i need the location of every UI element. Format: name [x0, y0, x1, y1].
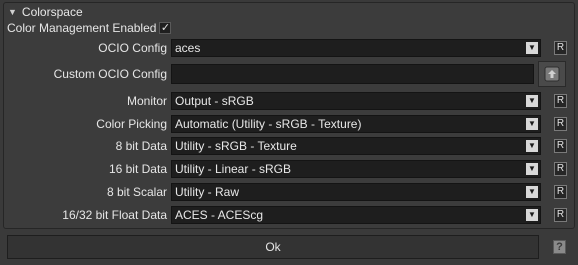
color-management-label: Color Management Enabled [7, 21, 157, 35]
chevron-down-icon[interactable]: ▼ [526, 163, 538, 175]
section-header[interactable]: ▼ Colorspace [8, 5, 83, 19]
color-picking-row: Color Picking Automatic (Utility - sRGB … [0, 115, 578, 133]
sixteen-bit-data-reset-button[interactable]: R [554, 162, 567, 176]
color-picking-label: Color Picking [96, 117, 167, 131]
ocio-config-reset-button[interactable]: R [554, 41, 567, 55]
sixteen-bit-data-label: 16 bit Data [108, 162, 167, 176]
file-browse-button[interactable] [538, 61, 566, 87]
custom-ocio-config-row: Custom OCIO Config [0, 61, 578, 87]
float-data-value: ACES - ACEScg [175, 208, 264, 222]
float-data-reset-button[interactable]: R [554, 208, 567, 222]
section-title: Colorspace [21, 5, 83, 19]
eight-bit-scalar-value: Utility - Raw [175, 185, 240, 199]
color-picking-dropdown[interactable]: Automatic (Utility - sRGB - Texture) ▼ [171, 115, 541, 133]
monitor-reset-button[interactable]: R [554, 94, 567, 108]
color-management-row: Color Management Enabled ✓ [7, 20, 172, 36]
ocio-config-row: OCIO Config aces ▼ R [0, 39, 578, 57]
sixteen-bit-data-row: 16 bit Data Utility - Linear - sRGB ▼ R [0, 160, 578, 178]
eight-bit-scalar-row: 8 bit Scalar Utility - Raw ▼ R [0, 183, 578, 201]
ok-button[interactable]: Ok [7, 235, 539, 259]
monitor-row: Monitor Output - sRGB ▼ R [0, 92, 578, 110]
file-browse-icon [544, 66, 560, 82]
chevron-down-icon[interactable]: ▼ [526, 186, 538, 198]
help-icon[interactable]: ? [553, 240, 566, 254]
float-data-dropdown[interactable]: ACES - ACEScg ▼ [171, 206, 541, 224]
monitor-label: Monitor [126, 94, 167, 108]
sixteen-bit-data-dropdown[interactable]: Utility - Linear - sRGB ▼ [171, 160, 541, 178]
eight-bit-data-value: Utility - sRGB - Texture [175, 139, 297, 153]
ocio-config-dropdown[interactable]: aces ▼ [171, 39, 541, 57]
chevron-down-icon[interactable]: ▼ [526, 140, 538, 152]
float-data-row: 16/32 bit Float Data ACES - ACEScg ▼ R [0, 206, 578, 224]
chevron-down-icon[interactable]: ▼ [526, 42, 538, 54]
monitor-value: Output - sRGB [175, 94, 254, 108]
color-management-checkbox[interactable]: ✓ [159, 21, 172, 34]
eight-bit-data-label: 8 bit Data [115, 139, 167, 153]
eight-bit-scalar-dropdown[interactable]: Utility - Raw ▼ [171, 183, 541, 201]
color-picking-reset-button[interactable]: R [554, 117, 567, 131]
ocio-config-label: OCIO Config [98, 41, 167, 55]
eight-bit-data-row: 8 bit Data Utility - sRGB - Texture ▼ R [0, 137, 578, 155]
custom-ocio-config-label: Custom OCIO Config [53, 67, 167, 81]
monitor-dropdown[interactable]: Output - sRGB ▼ [171, 92, 541, 110]
color-picking-value: Automatic (Utility - sRGB - Texture) [175, 117, 362, 131]
custom-ocio-config-input[interactable] [171, 64, 534, 84]
float-data-label: 16/32 bit Float Data [62, 208, 167, 222]
eight-bit-scalar-reset-button[interactable]: R [554, 185, 567, 199]
chevron-down-icon[interactable]: ▼ [526, 118, 538, 130]
collapse-triangle-icon[interactable]: ▼ [8, 7, 17, 17]
chevron-down-icon[interactable]: ▼ [526, 95, 538, 107]
ocio-config-value: aces [175, 41, 201, 55]
checkmark-icon: ✓ [160, 21, 171, 34]
eight-bit-data-reset-button[interactable]: R [554, 139, 567, 153]
eight-bit-scalar-label: 8 bit Scalar [106, 185, 167, 199]
sixteen-bit-data-value: Utility - Linear - sRGB [175, 162, 292, 176]
eight-bit-data-dropdown[interactable]: Utility - sRGB - Texture ▼ [171, 137, 541, 155]
chevron-down-icon[interactable]: ▼ [526, 209, 538, 221]
